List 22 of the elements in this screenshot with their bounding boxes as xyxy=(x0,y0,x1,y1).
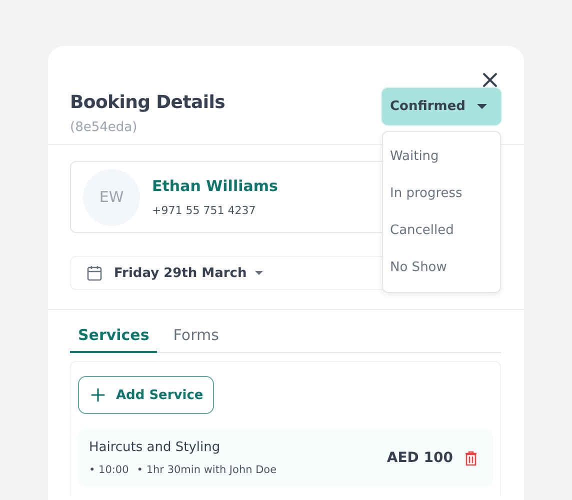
dialog-title: Booking Details xyxy=(70,92,226,113)
tab[interactable]: Services xyxy=(70,324,158,353)
service-detail: • 1hr 30min with John Doe xyxy=(136,464,277,476)
tab[interactable]: Forms xyxy=(165,324,227,353)
calendar-icon xyxy=(87,265,102,281)
menu-item[interactable]: Waiting xyxy=(383,138,500,175)
customer-phone: +971 55 751 4237 xyxy=(152,204,257,217)
close-icon[interactable] xyxy=(482,72,498,88)
service-name: Haircuts and Styling xyxy=(89,440,222,455)
customer-name[interactable]: Ethan Williams xyxy=(152,177,278,195)
plus-icon xyxy=(91,388,105,402)
caret-icon xyxy=(477,104,487,109)
avatar: EW xyxy=(83,168,140,226)
menu-item[interactable]: Cancelled xyxy=(383,212,500,249)
caret-icon xyxy=(254,271,263,275)
menu-item[interactable]: In progress xyxy=(383,175,500,212)
status-dropdown[interactable]: Confirmed xyxy=(382,88,501,125)
add-service-button[interactable]: Add Service xyxy=(78,376,214,414)
trash-icon[interactable] xyxy=(465,450,477,466)
service-time: • 10:00 xyxy=(89,464,129,476)
booking-id: (8e54eda) xyxy=(70,120,138,135)
service-price: AED 100 xyxy=(386,450,453,466)
